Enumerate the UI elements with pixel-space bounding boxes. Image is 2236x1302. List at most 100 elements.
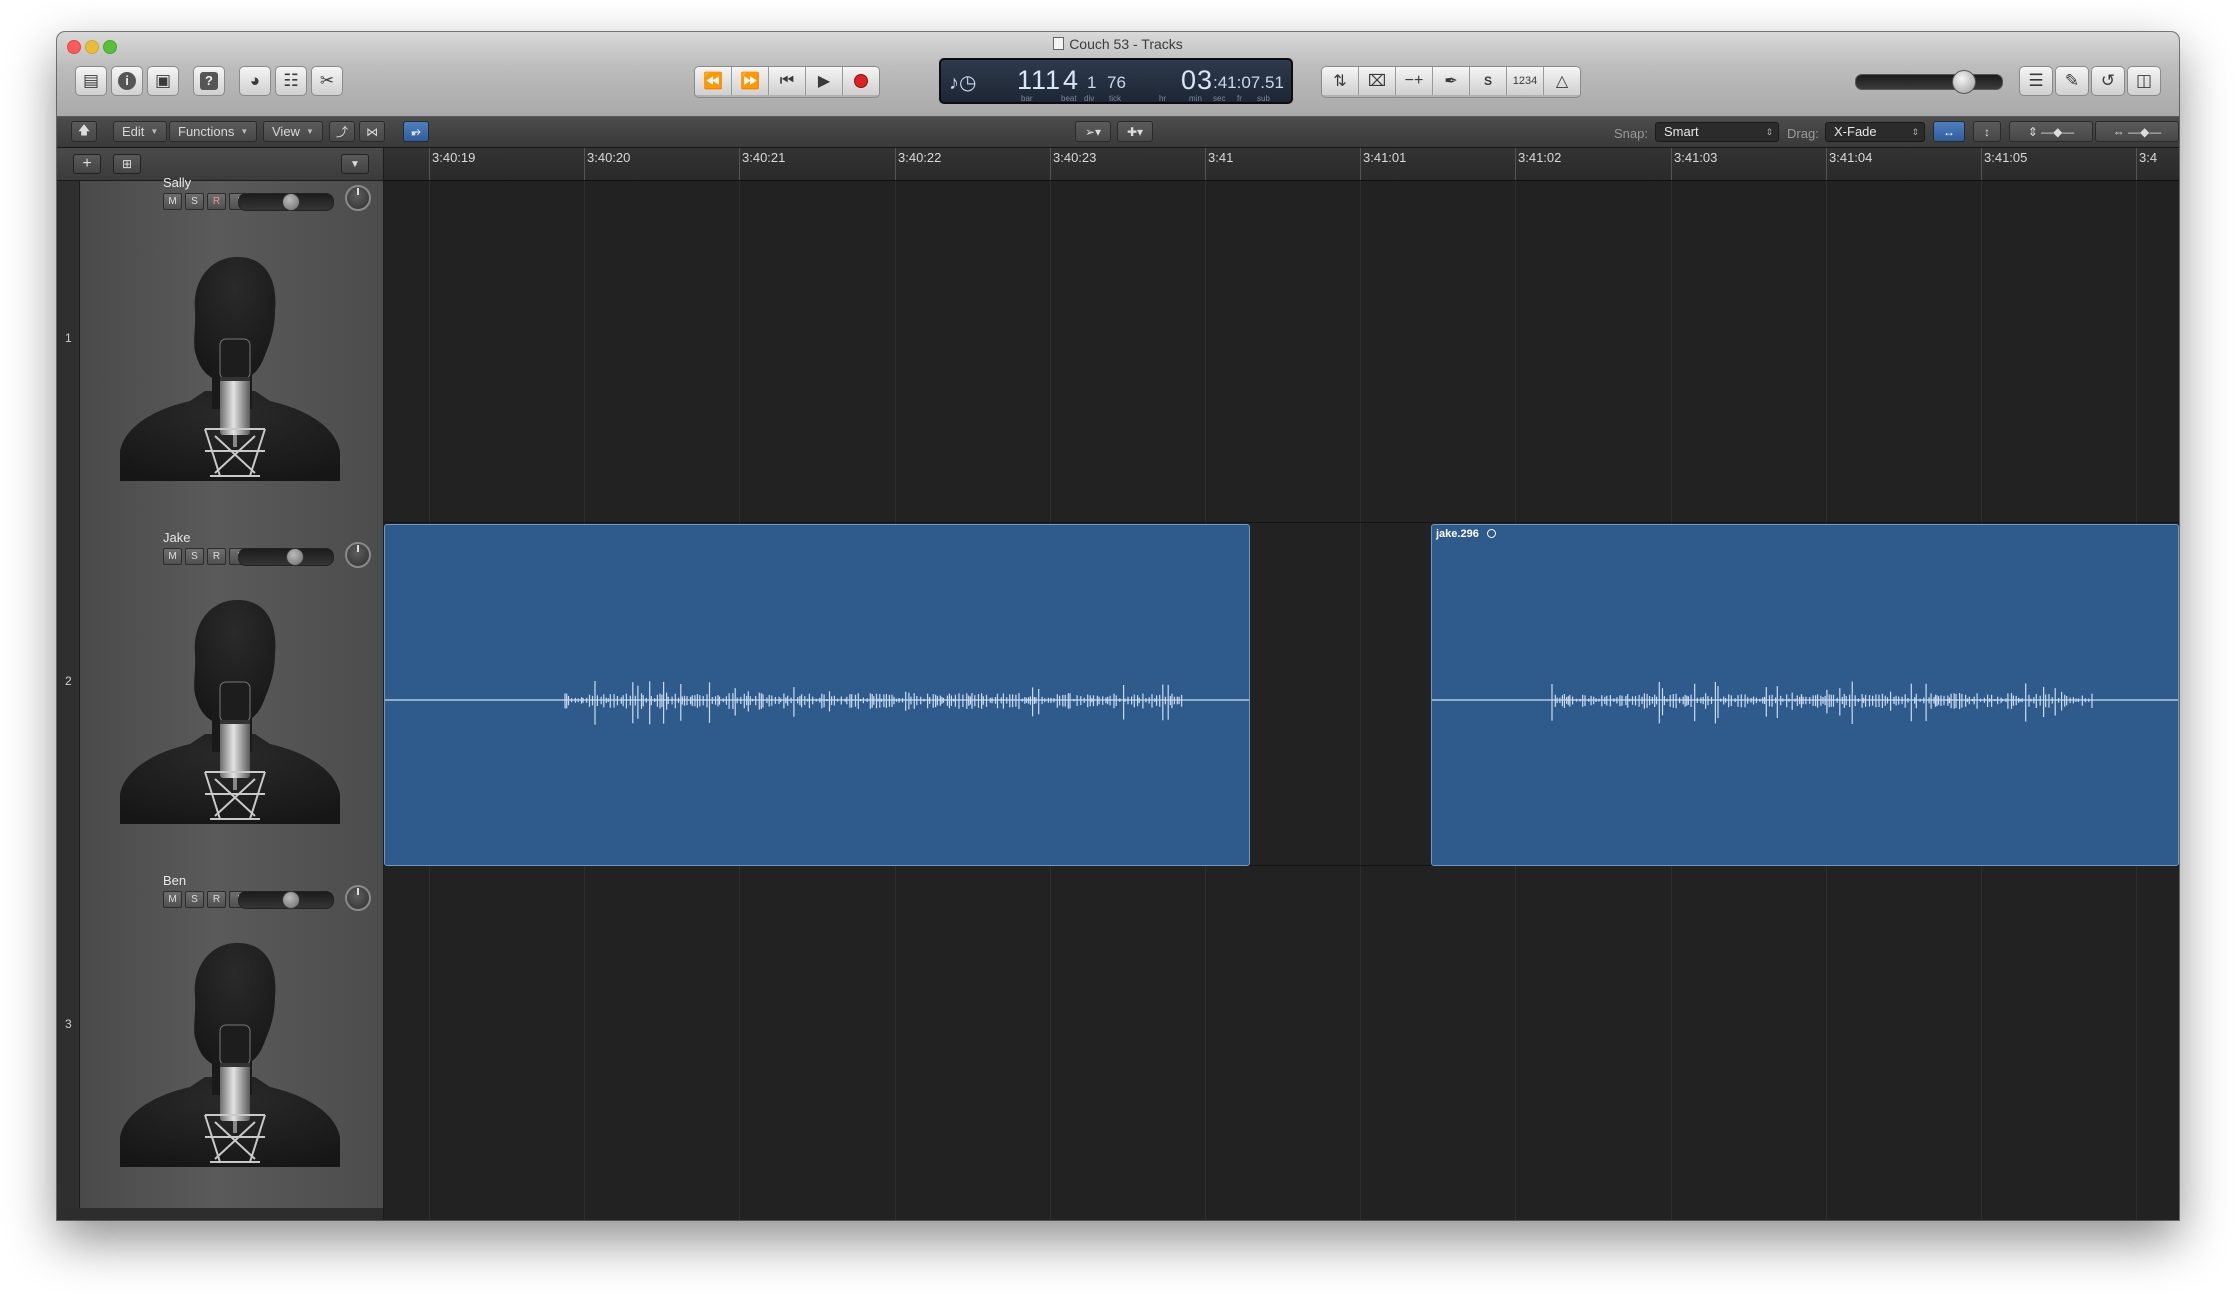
view-menu[interactable]: View ▼	[263, 121, 323, 142]
drag-select[interactable]: X-Fade ⇕	[1825, 122, 1925, 142]
record-button[interactable]	[843, 67, 879, 95]
solo-button[interactable]: S	[185, 548, 204, 565]
track-header[interactable]: 2 Jake M S R I	[57, 524, 383, 868]
editors-icon: ✂	[319, 71, 335, 90]
solo-button[interactable]: S	[185, 193, 204, 210]
inspector-button[interactable]: i	[111, 66, 143, 96]
editors-button[interactable]: ✂	[311, 66, 343, 96]
record-enable-button[interactable]: R	[207, 891, 226, 908]
toolbar-button[interactable]: ▣	[147, 66, 179, 96]
play-button[interactable]: ▶	[806, 67, 843, 95]
play-icon: ▶	[817, 73, 831, 90]
mode-buttons: ⇅ ⌧ −+ ✒ S 1234 △	[1321, 66, 1581, 98]
solo-button[interactable]: S	[1470, 67, 1507, 95]
track-header-body: Ben M S R I	[80, 867, 383, 1210]
mixer-button[interactable]: ☷	[275, 66, 307, 96]
track-name[interactable]: Jake	[163, 530, 190, 545]
tuner-button[interactable]: ✒	[1433, 67, 1470, 95]
track-volume-knob[interactable]	[286, 548, 304, 566]
replace-button[interactable]: ⌧	[1359, 67, 1396, 95]
ruler-label: 3:40:23	[1053, 150, 1097, 165]
note-pad-button[interactable]: ✎	[2055, 66, 2089, 96]
grid-line	[1360, 181, 1361, 1220]
track-name[interactable]: Ben	[163, 873, 186, 888]
drag-label: Drag:	[1787, 126, 1819, 141]
catch-playhead-button[interactable]: ⤴	[329, 121, 355, 142]
track-name[interactable]: Sally	[163, 175, 191, 190]
tracks-area[interactable]: jake.296	[384, 181, 2179, 1220]
transport-controls: ⏪ ⏩ ⏮ ▶	[694, 66, 880, 98]
track-volume-slider[interactable]	[238, 548, 334, 566]
flex-mode-button[interactable]: ⥵	[403, 121, 429, 142]
master-volume-slider[interactable]	[1855, 70, 2003, 94]
solo-button[interactable]: S	[185, 891, 204, 908]
ruler-tick	[429, 148, 430, 180]
track-volume-slider[interactable]	[238, 193, 334, 211]
global-tracks-button[interactable]: ▼	[341, 154, 369, 174]
snap-select[interactable]: Smart ⇕	[1655, 122, 1779, 142]
flex-icon: ⥵	[411, 124, 421, 138]
folder-button[interactable]: ⊞	[113, 154, 141, 174]
track-volume-knob[interactable]	[282, 193, 300, 211]
mute-button[interactable]: M	[163, 193, 182, 210]
loop-browser-button[interactable]: ↺	[2091, 66, 2125, 96]
lcd-beat: 4	[1063, 65, 1080, 95]
mute-button[interactable]: M	[163, 891, 182, 908]
horizontal-zoom-slider[interactable]: ⇔ —◆—	[2095, 121, 2179, 142]
crosshair-tool-icon: ✚▾	[1126, 124, 1144, 139]
track-number: 3	[57, 867, 80, 1210]
up-arrow-button[interactable]: 🡅	[71, 121, 97, 142]
chevron-down-icon: ▼	[350, 158, 360, 170]
quick-help-button[interactable]: ?	[193, 66, 225, 96]
go-to-start-button[interactable]: ⏮	[769, 67, 806, 95]
library-button[interactable]: ▤	[75, 66, 107, 96]
track-header[interactable]: 3 Ben M S R I	[57, 867, 383, 1211]
command-click-tool-menu[interactable]: ✚▾	[1117, 121, 1153, 142]
waveform-zoom-button[interactable]: ↔	[1933, 121, 1965, 142]
metronome-button[interactable]: △	[1544, 67, 1580, 95]
tracks-control-bar: 🡅 Edit ▼ Functions ▼ View ▼ ⤴ ⋈ ⥵ ➢▾ ✚▾ Sna…	[57, 117, 2179, 148]
master-volume-knob[interactable]	[1952, 70, 1976, 94]
ruler-label: 3:40:20	[587, 150, 631, 165]
vertical-zoom-slider[interactable]: ⇕ —◆—	[2009, 121, 2093, 142]
browser-icon: ◫	[2135, 71, 2153, 90]
timeline-ruler[interactable]: 3:40:19 3:40:20 3:40:21 3:40:22 3:40:23 3:41 3…	[384, 148, 2179, 181]
smart-controls-button[interactable]: ◕	[239, 66, 271, 96]
track-pan-knob[interactable]	[345, 542, 371, 568]
logic-window: Couch 53 - Tracks ▤ i ▣ ? ◕ ☷ ✂ ⏪ ⏩ ⏮ ▶ …	[57, 32, 2179, 1220]
track-headers: + ⊞ ▼ 1 Sally M S R I	[57, 148, 383, 1220]
ruler-label: 3:41:04	[1829, 150, 1873, 165]
link-button[interactable]: ⋈	[359, 121, 385, 142]
track-volume-knob[interactable]	[282, 891, 300, 909]
ruler-tick	[1671, 148, 1672, 180]
lcd-display[interactable]: ♪◷ 111 4 1 76 03 :41:07.51 bar beat div …	[939, 58, 1293, 104]
ruler-tick	[584, 148, 585, 180]
go-to-start-icon: ⏮	[779, 72, 795, 89]
rewind-button[interactable]: ⏪	[695, 67, 732, 95]
cycle-button[interactable]: ⇅	[1322, 67, 1359, 95]
rewind-icon: ⏪	[703, 73, 723, 90]
audio-region[interactable]	[384, 524, 1250, 866]
edit-menu[interactable]: Edit ▼	[113, 121, 168, 142]
functions-menu[interactable]: Functions ▼	[169, 121, 258, 142]
lcd-label-fr: fr	[1237, 94, 1242, 103]
chevron-updown-icon: ⇕	[1911, 127, 1919, 137]
list-editors-button[interactable]: ☰	[2019, 66, 2053, 96]
add-track-button[interactable]: +	[73, 154, 101, 174]
vertical-auto-zoom-button[interactable]: ↕	[1973, 121, 2001, 142]
library-icon: ▤	[82, 71, 100, 90]
track-volume-slider[interactable]	[238, 891, 334, 909]
track-pan-knob[interactable]	[345, 185, 371, 211]
track-pan-knob[interactable]	[345, 885, 371, 911]
autopunch-button[interactable]: −+	[1396, 67, 1433, 95]
record-enable-button[interactable]: R	[207, 548, 226, 565]
left-click-tool-menu[interactable]: ➢▾	[1075, 121, 1111, 142]
track-header[interactable]: 1 Sally M S R I	[57, 175, 383, 525]
audio-region[interactable]: jake.296	[1431, 524, 2179, 866]
record-enable-button[interactable]: R	[207, 193, 226, 210]
metronome-icon: △	[1555, 73, 1569, 90]
fast-forward-button[interactable]: ⏩	[732, 67, 769, 95]
browser-button[interactable]: ◫	[2127, 66, 2161, 96]
mute-button[interactable]: M	[163, 548, 182, 565]
count-in-button[interactable]: 1234	[1507, 67, 1544, 95]
